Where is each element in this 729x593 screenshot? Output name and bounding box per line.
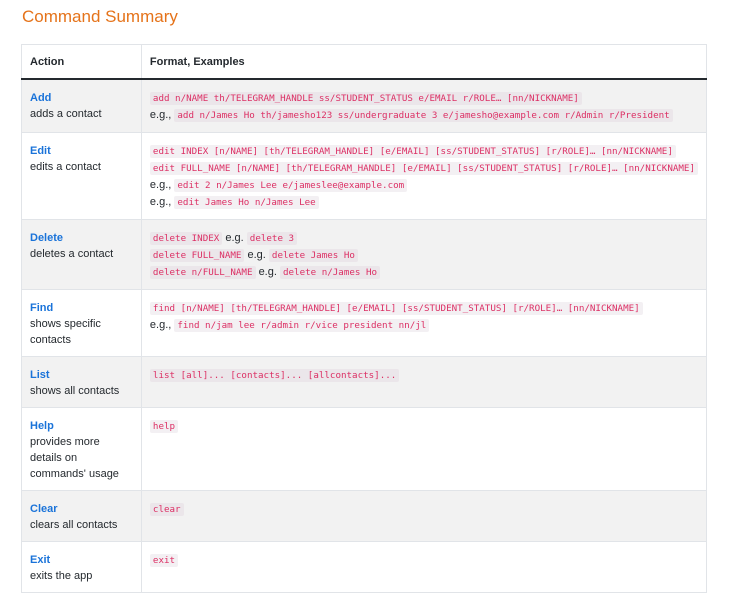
table-row: Help provides more details on commands' u… [21, 407, 708, 491]
page-title: Command Summary [22, 7, 178, 26]
format-line: e.g., add n/James Ho th/jamesho123 ss/un… [150, 107, 698, 124]
format-line: exit [149, 552, 698, 569]
format-cell: edit INDEX [n/NAME] [th/TELEGRAM_HANDLE]… [141, 132, 708, 220]
command-name-link[interactable]: List [30, 367, 133, 383]
command-code: edit James Ho n/James Lee [174, 196, 319, 209]
command-code: edit 2 n/James Lee e/jameslee@example.co… [174, 179, 408, 192]
command-summary-table: Action Format, Examples Add adds a contac… [21, 44, 708, 593]
command-code: help [149, 420, 179, 433]
command-code: exit [149, 554, 179, 567]
table-row: Clear clears all contacts clear [21, 490, 708, 542]
action-cell: Find shows specific contacts [21, 289, 142, 357]
format-line: e.g., edit 2 n/James Lee e/jameslee@exam… [150, 177, 698, 194]
command-name-link[interactable]: Exit [30, 552, 133, 568]
format-line: edit INDEX [n/NAME] [th/TELEGRAM_HANDLE]… [149, 143, 698, 160]
example-code: delete James Ho [268, 249, 358, 262]
action-cell: Add adds a contact [21, 78, 142, 133]
format-cell: list [all]... [contacts]... [allcontacts… [141, 356, 708, 408]
command-code: edit INDEX [n/NAME] [th/TELEGRAM_HANDLE]… [149, 145, 676, 158]
command-name-link[interactable]: Add [30, 90, 133, 106]
table-row: Find shows specific contacts find [n/NAME]… [21, 289, 708, 357]
format-line: delete n/FULL_NAME e.g. delete n/James H… [149, 264, 698, 281]
command-description: edits a contact [30, 161, 101, 173]
command-description: provides more details on commands' usage [30, 436, 119, 480]
example-code: delete n/James Ho [279, 266, 381, 279]
command-code: find [n/NAME] [th/TELEGRAM_HANDLE] [e/EM… [149, 302, 643, 315]
command-description: exits the app [30, 570, 93, 582]
example-prefix: e.g. [225, 232, 244, 244]
format-line: delete FULL_NAME e.g. delete James Ho [149, 247, 698, 264]
format-line: find [n/NAME] [th/TELEGRAM_HANDLE] [e/EM… [149, 300, 698, 317]
command-code: delete n/FULL_NAME [149, 266, 256, 279]
command-code: delete INDEX [149, 232, 223, 245]
example-code: delete 3 [246, 232, 298, 245]
command-code: delete FULL_NAME [149, 249, 245, 262]
command-name-link[interactable]: Edit [30, 143, 133, 159]
header-format-examples: Format, Examples [141, 44, 708, 80]
format-line: e.g., find n/jam lee r/admin r/vice pres… [150, 317, 698, 334]
example-prefix: e.g. [247, 249, 266, 261]
format-line: list [all]... [contacts]... [allcontacts… [149, 367, 698, 384]
table-row: Edit edits a contact edit INDEX [n/NAME] [… [21, 132, 708, 220]
format-cell: find [n/NAME] [th/TELEGRAM_HANDLE] [e/EM… [141, 289, 708, 357]
command-description: clears all contacts [30, 519, 118, 531]
example-prefix: e.g., [149, 196, 172, 208]
format-cell: help [141, 407, 708, 491]
command-code: clear [149, 503, 184, 516]
format-cell: clear [141, 490, 708, 542]
command-description: shows all contacts [30, 385, 120, 397]
command-code: list [all]... [contacts]... [allcontacts… [149, 369, 400, 382]
table-row: List shows all contacts list [all]... [con… [21, 356, 708, 408]
example-prefix: e.g., [149, 319, 172, 331]
format-line: add n/NAME th/TELEGRAM_HANDLE ss/STUDENT… [149, 90, 698, 107]
command-name-link[interactable]: Delete [30, 230, 133, 246]
format-line: edit FULL_NAME [n/NAME] [th/TELEGRAM_HAN… [149, 160, 698, 177]
action-cell: Delete deletes a contact [21, 219, 142, 290]
command-name-link[interactable]: Find [30, 300, 133, 316]
table-row: Exit exits the app exit [21, 541, 708, 593]
table-row: Delete deletes a contact delete INDEX e.g.… [21, 219, 708, 290]
command-description: deletes a contact [30, 248, 114, 260]
command-code: add n/James Ho th/jamesho123 ss/undergra… [174, 109, 673, 122]
format-line: help [149, 418, 698, 435]
command-description: adds a contact [30, 108, 102, 120]
command-name-link[interactable]: Clear [30, 501, 133, 517]
command-code: edit FULL_NAME [n/NAME] [th/TELEGRAM_HAN… [149, 162, 698, 175]
format-cell: add n/NAME th/TELEGRAM_HANDLE ss/STUDENT… [141, 78, 708, 133]
command-code: add n/NAME th/TELEGRAM_HANDLE ss/STUDENT… [149, 92, 582, 105]
format-line: e.g., edit James Ho n/James Lee [150, 194, 698, 211]
command-name-link[interactable]: Help [30, 418, 133, 434]
table-header-row: Action Format, Examples [21, 44, 708, 80]
example-prefix: e.g. [258, 266, 277, 278]
format-line: delete INDEX e.g. delete 3 [149, 230, 698, 247]
page: Command Summary Action Format, Examples … [0, 0, 729, 593]
example-prefix: e.g., [149, 179, 172, 191]
command-description: shows specific contacts [30, 318, 101, 346]
action-cell: Help provides more details on commands' u… [21, 407, 142, 491]
example-prefix: e.g., [149, 109, 172, 121]
action-cell: Edit edits a contact [21, 132, 142, 220]
table-row: Add adds a contact add n/NAME th/TELEGRAM_… [21, 78, 708, 133]
header-action: Action [21, 44, 142, 80]
command-code: find n/jam lee r/admin r/vice president … [174, 319, 430, 332]
format-line: clear [149, 501, 698, 518]
format-cell: delete INDEX e.g. delete 3 delete FULL_NA… [141, 219, 708, 290]
action-cell: Exit exits the app [21, 541, 142, 593]
action-cell: Clear clears all contacts [21, 490, 142, 542]
action-cell: List shows all contacts [21, 356, 142, 408]
format-cell: exit [141, 541, 708, 593]
